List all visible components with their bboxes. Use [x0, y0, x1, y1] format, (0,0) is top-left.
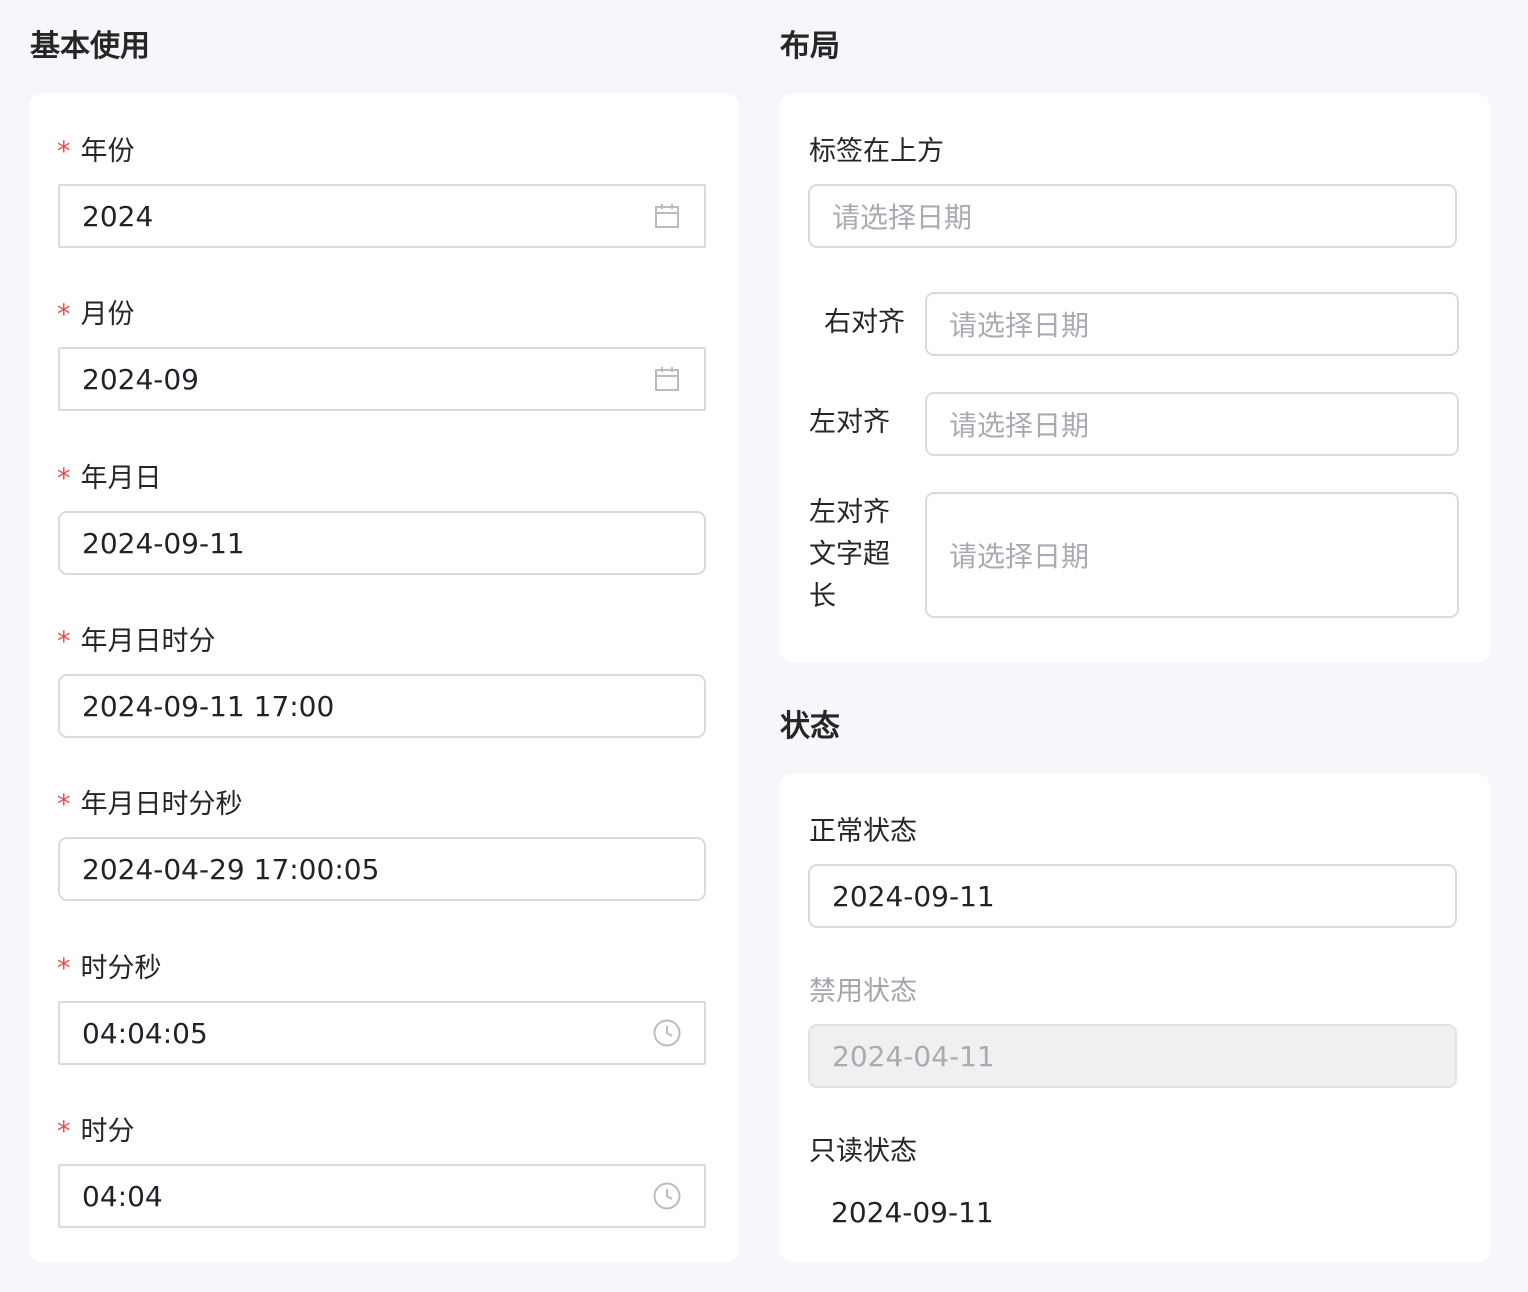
month-label: * 月份	[57, 299, 135, 330]
basic-section-title: 基本使用	[30, 29, 150, 64]
time-second-label: * 时分秒	[57, 953, 162, 984]
required-mark: *	[57, 463, 71, 494]
disabled-state-date-input: 2024-04-11	[808, 1024, 1457, 1088]
calendar-icon[interactable]	[652, 201, 682, 231]
required-mark: *	[57, 953, 71, 984]
top-label-date-input[interactable]: 请选择日期	[808, 184, 1457, 248]
normal-state-label: 正常状态	[809, 816, 917, 847]
datetime-minute-label: * 年月日时分	[57, 626, 216, 657]
readonly-state-value: 2024-09-11	[831, 1196, 994, 1229]
year-label: * 年份	[57, 136, 135, 167]
required-mark: *	[57, 789, 71, 820]
right-align-date-input[interactable]: 请选择日期	[925, 292, 1459, 356]
normal-state-date-input[interactable]: 2024-09-11	[808, 864, 1457, 928]
date-value: 2024-09-11	[82, 526, 245, 560]
placeholder-text: 请选择日期	[949, 309, 1090, 342]
long-label: 左对齐 文字超 长	[809, 497, 890, 612]
left-align-label: 左对齐	[809, 407, 890, 438]
layout-section-title: 布局	[780, 29, 840, 64]
time-minute-label: * 时分	[57, 1116, 135, 1147]
calendar-icon[interactable]	[652, 364, 682, 394]
required-mark: *	[57, 1116, 71, 1147]
readonly-state-label: 只读状态	[809, 1136, 917, 1167]
left-align-date-input[interactable]: 请选择日期	[925, 392, 1459, 456]
long-label-date-input[interactable]: 请选择日期	[925, 492, 1459, 618]
top-label: 标签在上方	[809, 136, 944, 167]
placeholder-text: 请选择日期	[949, 540, 1090, 573]
datetime-second-picker[interactable]: 2024-04-29 17:00:05	[58, 837, 706, 901]
date-label: * 年月日	[57, 463, 162, 494]
year-picker[interactable]: 2024	[58, 184, 706, 248]
time-second-value: 04:04:05	[82, 1016, 208, 1050]
clock-icon[interactable]	[652, 1018, 682, 1048]
date-picker[interactable]: 2024-09-11	[58, 511, 706, 575]
time-minute-picker[interactable]: 04:04	[58, 1164, 706, 1228]
required-mark: *	[57, 136, 71, 167]
required-mark: *	[57, 299, 71, 330]
status-section-title: 状态	[780, 709, 840, 744]
required-mark: *	[57, 626, 71, 657]
datetime-minute-value: 2024-09-11 17:00	[82, 689, 335, 723]
time-minute-value: 04:04	[82, 1179, 163, 1213]
month-picker[interactable]: 2024-09	[58, 347, 706, 411]
datetime-second-label: * 年月日时分秒	[57, 789, 243, 820]
clock-icon[interactable]	[652, 1181, 682, 1211]
time-second-picker[interactable]: 04:04:05	[58, 1001, 706, 1065]
disabled-state-label: 禁用状态	[809, 976, 917, 1007]
year-value: 2024	[82, 199, 154, 233]
datetime-minute-picker[interactable]: 2024-09-11 17:00	[58, 674, 706, 738]
placeholder-text: 请选择日期	[949, 409, 1090, 442]
right-align-label: 右对齐	[824, 307, 905, 338]
month-value: 2024-09	[82, 362, 199, 396]
placeholder-text: 请选择日期	[832, 201, 973, 234]
disabled-state-value: 2024-04-11	[832, 1039, 995, 1073]
normal-state-value: 2024-09-11	[832, 879, 995, 913]
datetime-second-value: 2024-04-29 17:00:05	[82, 852, 380, 886]
